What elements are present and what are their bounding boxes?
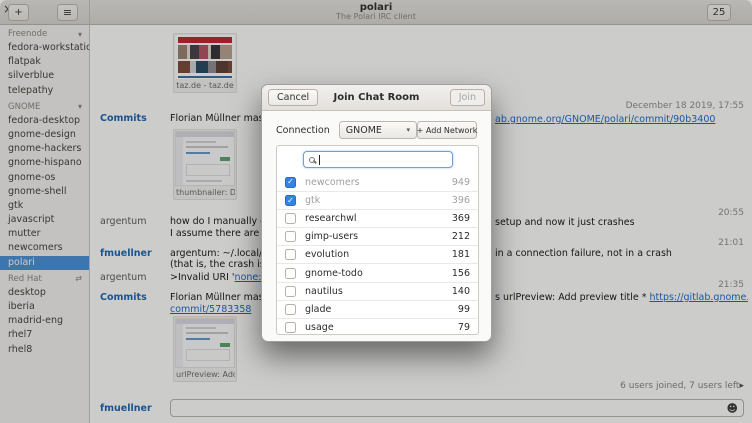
checkbox-unchecked[interactable] bbox=[285, 268, 296, 279]
room-row-newcomers[interactable]: ✓ newcomers 949 bbox=[277, 173, 478, 191]
room-name: gnome-todo bbox=[305, 268, 452, 279]
room-name: usage bbox=[305, 322, 458, 333]
room-user-count: 99 bbox=[458, 304, 470, 315]
checkbox-unchecked[interactable] bbox=[285, 286, 296, 297]
checkbox-unchecked[interactable] bbox=[285, 322, 296, 333]
room-user-count: 212 bbox=[452, 231, 470, 242]
search-icon bbox=[309, 157, 315, 163]
room-user-count: 140 bbox=[452, 286, 470, 297]
connection-value: GNOME bbox=[346, 125, 382, 136]
room-name: gimp-users bbox=[305, 231, 452, 242]
room-row-gnome-todo[interactable]: gnome-todo 156 bbox=[277, 263, 478, 281]
checkbox-unchecked[interactable] bbox=[285, 304, 296, 315]
room-row-evolution[interactable]: evolution 181 bbox=[277, 245, 478, 263]
checkbox-checked[interactable]: ✓ bbox=[285, 177, 296, 188]
room-name: evolution bbox=[305, 249, 452, 260]
chevron-down-icon: ▾ bbox=[406, 126, 410, 134]
room-name: glade bbox=[305, 304, 458, 315]
room-user-count: 369 bbox=[452, 213, 470, 224]
room-row-glade[interactable]: glade 99 bbox=[277, 300, 478, 318]
room-user-count: 181 bbox=[452, 249, 470, 260]
room-name: newcomers bbox=[305, 177, 452, 188]
room-row-researchwl[interactable]: researchwl 369 bbox=[277, 209, 478, 227]
connection-row: Connection GNOME ▾ + Add Network bbox=[276, 121, 477, 139]
room-name: nautilus bbox=[305, 286, 452, 297]
polari-window: + ≡ polari The Polari IRC client 25 × Fr… bbox=[0, 0, 752, 423]
connection-label: Connection bbox=[276, 125, 330, 136]
room-user-count: 396 bbox=[452, 195, 470, 206]
room-row-usage[interactable]: usage 79 bbox=[277, 318, 478, 335]
room-row-gimp-users[interactable]: gimp-users 212 bbox=[277, 227, 478, 245]
room-list-frame: ✓ newcomers 949 ✓ gtk 396 researchwl 369… bbox=[276, 145, 479, 335]
dialog-headerbar: Join Chat Room Cancel Join bbox=[262, 85, 491, 111]
add-network-button[interactable]: + Add Network bbox=[417, 121, 477, 139]
join-chat-room-dialog: Join Chat Room Cancel Join Connection GN… bbox=[261, 84, 492, 342]
checkbox-unchecked[interactable] bbox=[285, 213, 296, 224]
room-name: researchwl bbox=[305, 213, 452, 224]
room-user-count: 156 bbox=[452, 268, 470, 279]
check-icon: ✓ bbox=[287, 197, 294, 205]
connection-select[interactable]: GNOME ▾ bbox=[339, 121, 417, 139]
room-search-input[interactable] bbox=[303, 151, 453, 168]
room-row-nautilus[interactable]: nautilus 140 bbox=[277, 282, 478, 300]
join-button[interactable]: Join bbox=[450, 89, 485, 106]
room-name: gtk bbox=[305, 195, 452, 206]
check-icon: ✓ bbox=[287, 178, 294, 186]
room-user-count: 79 bbox=[458, 322, 470, 333]
cancel-button[interactable]: Cancel bbox=[268, 89, 318, 106]
room-row-gtk[interactable]: ✓ gtk 396 bbox=[277, 191, 478, 209]
room-list: ✓ newcomers 949 ✓ gtk 396 researchwl 369… bbox=[277, 173, 478, 335]
checkbox-checked[interactable]: ✓ bbox=[285, 195, 296, 206]
checkbox-unchecked[interactable] bbox=[285, 249, 296, 260]
text-cursor bbox=[319, 155, 320, 165]
room-user-count: 949 bbox=[452, 177, 470, 188]
checkbox-unchecked[interactable] bbox=[285, 231, 296, 242]
